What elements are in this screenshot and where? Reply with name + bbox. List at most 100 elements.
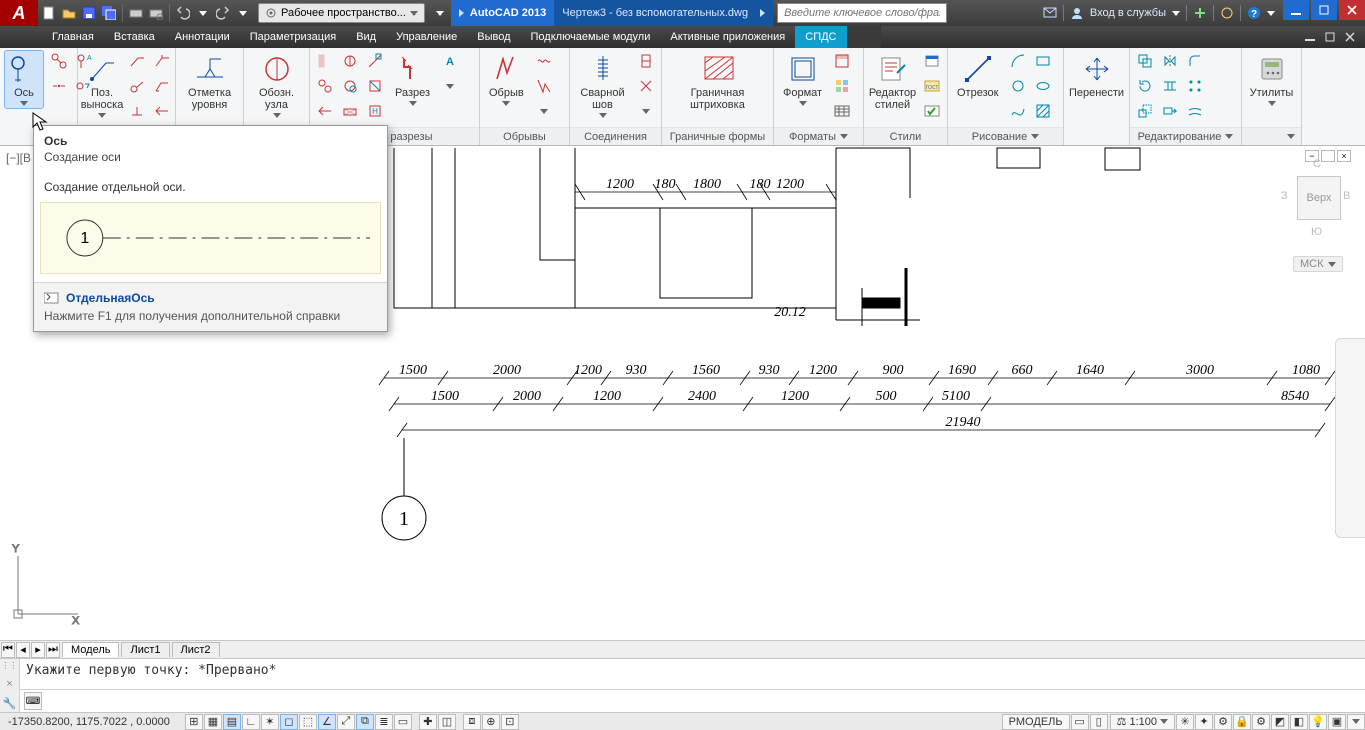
weld-button[interactable]: Сварной шов [574,50,631,121]
sb-grid-icon[interactable]: ▤ [223,714,241,730]
edit-rotate-icon[interactable] [1134,75,1156,97]
tab-sheet1[interactable]: Лист1 [121,642,169,657]
draw-spline-icon[interactable] [1007,100,1029,122]
tab-model[interactable]: Модель [62,642,119,657]
tab-manage[interactable]: Управление [386,26,467,48]
style-editor-button[interactable]: Редактор стилей [868,50,917,114]
section-v3-icon[interactable] [364,50,386,72]
edit-offset-icon[interactable] [1184,100,1206,122]
tab-output[interactable]: Вывод [467,26,520,48]
node-mark-button[interactable]: Обозн. узла [248,50,305,121]
sb-clean-icon[interactable]: ▣ [1328,714,1346,730]
edit-array-icon[interactable] [1184,75,1206,97]
sb-lock-icon[interactable]: 🔒 [1233,714,1251,730]
sb-3dosnap-icon[interactable]: ⬚ [299,714,317,730]
sb-qp-icon[interactable]: ✚ [419,714,437,730]
stayconnected-icon[interactable] [1220,6,1234,20]
sb-extra1-icon[interactable]: ⧈ [463,714,481,730]
window-restore[interactable] [1311,0,1337,20]
tab-active-apps[interactable]: Активные приложения [660,26,795,48]
app-menu-button[interactable]: A [0,0,38,26]
qat-more-icon[interactable] [431,4,449,22]
leader-v4-icon[interactable] [151,75,173,97]
sb-bulb-icon[interactable]: 💡 [1309,714,1327,730]
sb-layout1-icon[interactable]: ▭ [1071,714,1089,730]
sb-infer-icon[interactable]: ⊞ [185,714,203,730]
sb-extra2-icon[interactable]: ⊕ [482,714,500,730]
sb-lwt-icon[interactable]: ≣ [375,714,393,730]
new-icon[interactable] [40,4,58,22]
cmdline-close-icon[interactable]: × [6,678,12,690]
tab-home[interactable]: Главная [42,26,104,48]
sb-iso-icon[interactable]: ◩ [1271,714,1289,730]
workspace-dropdown[interactable]: Рабочее пространство... [258,3,425,23]
vp-min-icon[interactable]: − [1305,150,1319,162]
tab-view[interactable]: Вид [346,26,386,48]
edit-trim-icon[interactable] [1159,75,1181,97]
draw-arc-icon[interactable] [1007,50,1029,72]
leader-v2-icon[interactable] [151,50,173,72]
section-v1-icon[interactable] [314,50,336,72]
level-mark-button[interactable]: Отметка уровня [180,50,239,114]
doc-close[interactable] [1341,29,1359,45]
vp-close-icon[interactable]: × [1337,150,1351,162]
leader-v6-icon[interactable] [151,100,173,122]
weld-v2-icon[interactable] [635,75,657,97]
tab-insert[interactable]: Вставка [104,26,165,48]
weld-v1-icon[interactable] [635,50,657,72]
edit-fillet-icon[interactable] [1184,50,1206,72]
sb-ducs-icon[interactable]: ⤢ [337,714,355,730]
style-check-icon[interactable] [921,100,943,122]
undo-dd-icon[interactable] [194,4,212,22]
redo-icon[interactable] [214,4,232,22]
vp-max-icon[interactable] [1321,150,1335,162]
section-a-icon[interactable]: A [439,50,461,72]
axis-break-icon[interactable] [48,75,70,97]
format-v1-icon[interactable] [831,50,853,72]
tab-prev-icon[interactable]: ◂ [16,642,30,658]
sb-layout2-icon[interactable]: ▯ [1090,714,1108,730]
help-icon[interactable]: ? [1247,6,1261,20]
sb-obj-icon[interactable]: ◧ [1290,714,1308,730]
section-v7-icon[interactable] [314,100,336,122]
sb-tray-icon[interactable] [1347,714,1365,730]
doc-minimize[interactable] [1301,29,1319,45]
section-button[interactable]: Разрез [390,50,435,109]
tab-next-icon[interactable]: ▸ [31,642,45,658]
edit-mirror-icon[interactable] [1159,50,1181,72]
cmdline-wrench-icon[interactable]: 🔧 [3,697,17,710]
leader-v1-icon[interactable] [126,50,148,72]
plot-icon[interactable] [127,4,145,22]
draw-rect-icon[interactable] [1032,50,1054,72]
save-icon[interactable] [80,4,98,22]
infocenter-icon[interactable] [1043,6,1057,20]
leader-v3-icon[interactable] [126,75,148,97]
tab-parametric[interactable]: Параметризация [240,26,346,48]
sb-extra3-icon[interactable]: ⊡ [501,714,519,730]
section-v2-icon[interactable] [339,50,361,72]
cmd-prompt-icon[interactable]: ⌨ [24,692,42,710]
sb-anno1-icon[interactable]: ✳ [1176,714,1194,730]
section-v8-icon[interactable] [339,100,361,122]
tab-annotate[interactable]: Аннотации [165,26,240,48]
tab-plugins[interactable]: Подключаемые модули [521,26,661,48]
section-extra-icon[interactable] [439,75,461,97]
format-button[interactable]: Формат [778,50,827,109]
sb-otrack-icon[interactable]: ∠ [318,714,336,730]
boundary-hatch-button[interactable]: Граничная штриховка [666,50,769,114]
help-search-input[interactable] [777,3,947,23]
section-v9-icon[interactable]: H [364,100,386,122]
sb-annoscale[interactable]: ⚖1:100 [1110,714,1175,730]
signin-link[interactable]: Вход в службы [1090,7,1166,19]
break-dd-icon[interactable] [533,100,555,122]
tab-spds[interactable]: СПДС [795,26,846,48]
saveas-icon[interactable] [100,4,118,22]
doc-restore[interactable] [1321,29,1339,45]
leader-v5-icon[interactable] [126,100,148,122]
draw-circle-icon[interactable] [1007,75,1029,97]
section-v4-icon[interactable] [314,75,336,97]
tab-blank[interactable] [847,26,881,48]
break-button[interactable]: Обрыв [484,50,529,109]
format-v3-icon[interactable] [831,100,853,122]
break-v1-icon[interactable] [533,50,555,72]
